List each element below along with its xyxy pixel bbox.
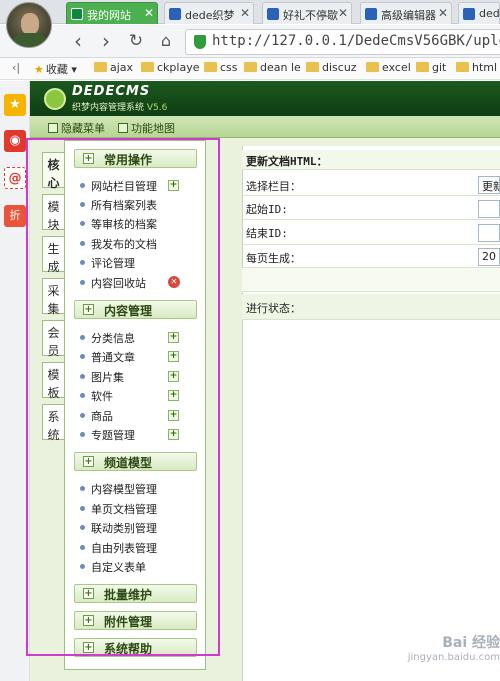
bookmark-favorites[interactable]: ★ 收藏 ▾	[34, 61, 77, 77]
close-tab-icon[interactable]: ✕	[338, 6, 348, 20]
sidebar-toggle-icon[interactable]: ‹|	[12, 61, 20, 74]
tab-label: ded	[479, 7, 500, 20]
home-button[interactable]: ⌂	[154, 29, 178, 53]
cms-logo-text: DEDECMS	[72, 84, 151, 99]
start-id-input[interactable]	[478, 200, 500, 218]
form-label-per-page: 每页生成：	[242, 246, 500, 268]
tab-my-website[interactable]: 我的网站 ✕	[66, 2, 158, 24]
bookmark-label: html	[472, 61, 498, 74]
bookmark-ckplaye[interactable]: ckplaye	[141, 61, 199, 74]
favorites-star-icon[interactable]: ★	[4, 94, 26, 116]
tab-label: dede织梦	[185, 9, 235, 22]
bookmark-label: git	[432, 61, 447, 74]
status-label: 进行状态：	[242, 294, 500, 320]
map-icon	[118, 123, 128, 133]
paw-favicon-icon	[267, 8, 279, 20]
folder-icon	[306, 62, 319, 72]
grid-icon	[48, 123, 58, 133]
secure-shield-icon	[194, 35, 206, 49]
tab-label: 我的网站	[87, 9, 131, 22]
close-tab-icon[interactable]: ✕	[144, 6, 154, 20]
bookmarks-bar: ‹| ★ 收藏 ▾ ajax ckplaye css dean le discuz…	[0, 58, 500, 80]
cms-toolbar: 隐藏菜单 功能地图	[30, 116, 500, 138]
weibo-icon[interactable]: ◉	[4, 130, 26, 152]
cms-version: V5.6	[146, 103, 168, 113]
bookmark-discuz[interactable]: discuz	[306, 61, 357, 74]
cms-subtitle-text: 织梦内容管理系统	[72, 103, 145, 113]
bookmark-label: excel	[382, 61, 411, 74]
tab-ded[interactable]: ded	[458, 2, 500, 24]
mail-at-icon[interactable]: @	[4, 167, 26, 189]
paw-favicon-icon	[463, 8, 475, 20]
baidu-watermark: Bai 经验 jingyan.baidu.com	[378, 632, 500, 676]
bookmark-excel[interactable]: excel	[366, 61, 411, 74]
form-label-column: 选择栏目：	[242, 174, 500, 196]
watermark-brand: Bai 经验	[442, 635, 500, 651]
url-input[interactable]: http://127.0.0.1/DedeCmsV56GBK/uploads/d	[185, 29, 500, 55]
hide-menu-button[interactable]: 隐藏菜单	[48, 120, 105, 136]
bookmark-dean-le[interactable]: dean le	[244, 61, 301, 74]
tab-label: 高级编辑器	[381, 9, 436, 22]
folder-icon	[456, 62, 469, 72]
bookmark-label: css	[220, 61, 238, 74]
end-id-input[interactable]	[478, 224, 500, 242]
close-tab-icon[interactable]: ✕	[438, 6, 448, 20]
folder-icon	[94, 62, 107, 72]
discount-tag-icon[interactable]: 折	[4, 205, 26, 227]
paw-favicon-icon	[169, 8, 181, 20]
paw-favicon-icon	[365, 8, 377, 20]
form-label-end-id: 结束ID:	[242, 221, 500, 245]
tab-dede[interactable]: dede织梦 ✕	[164, 2, 254, 24]
folder-icon	[141, 62, 154, 72]
form-label-start-id: 起始ID:	[242, 197, 500, 220]
back-button[interactable]: ‹	[66, 29, 90, 53]
function-map-button[interactable]: 功能地图	[118, 120, 175, 136]
per-page-input[interactable]: 20	[478, 248, 500, 266]
tab-gifts[interactable]: 好礼不停歇 ✕	[262, 2, 352, 24]
bookmark-css[interactable]: css	[204, 61, 238, 74]
star-icon: ★	[34, 63, 44, 76]
close-tab-icon[interactable]: ✕	[240, 6, 250, 20]
tab-label: 好礼不停歇	[283, 9, 338, 22]
dedecms-logo-icon	[44, 88, 66, 110]
bookmark-label: ajax	[110, 61, 134, 74]
bookmark-ajax[interactable]: ajax	[94, 61, 133, 74]
form-spacer-row	[242, 268, 500, 292]
form-section-title: 更新文档HTML：	[242, 150, 500, 170]
cms-subtitle: 织梦内容管理系统 V5.6	[72, 100, 167, 113]
address-bar-row: ‹ › ↻ ⌂ http://127.0.0.1/DedeCmsV56GBK/u…	[0, 25, 500, 58]
folder-icon	[416, 62, 429, 72]
bookmark-label: 收藏	[45, 63, 68, 76]
folder-icon	[204, 62, 217, 72]
hide-menu-label: 隐藏菜单	[61, 122, 105, 135]
bookmark-git[interactable]: git	[416, 61, 446, 74]
column-select[interactable]: 更新	[478, 176, 500, 194]
bookmark-label: discuz	[322, 61, 357, 74]
folder-icon	[366, 62, 379, 72]
folder-icon	[244, 62, 257, 72]
bookmark-label: dean le	[260, 61, 301, 74]
bookmark-html[interactable]: html	[456, 61, 497, 74]
user-avatar[interactable]	[6, 2, 52, 48]
watermark-domain: jingyan.baidu.com	[407, 652, 500, 663]
bookmark-label: ckplaye	[157, 61, 200, 74]
site-favicon-icon	[71, 8, 83, 20]
tab-advanced-editor[interactable]: 高级编辑器 ✕	[360, 2, 452, 24]
function-map-label: 功能地图	[131, 122, 175, 135]
forward-button[interactable]: ›	[94, 29, 118, 53]
annotation-highlight-box	[26, 138, 220, 656]
reload-button[interactable]: ↻	[124, 29, 148, 53]
url-text: http://127.0.0.1/DedeCmsV56GBK/uploads/d	[212, 33, 500, 49]
